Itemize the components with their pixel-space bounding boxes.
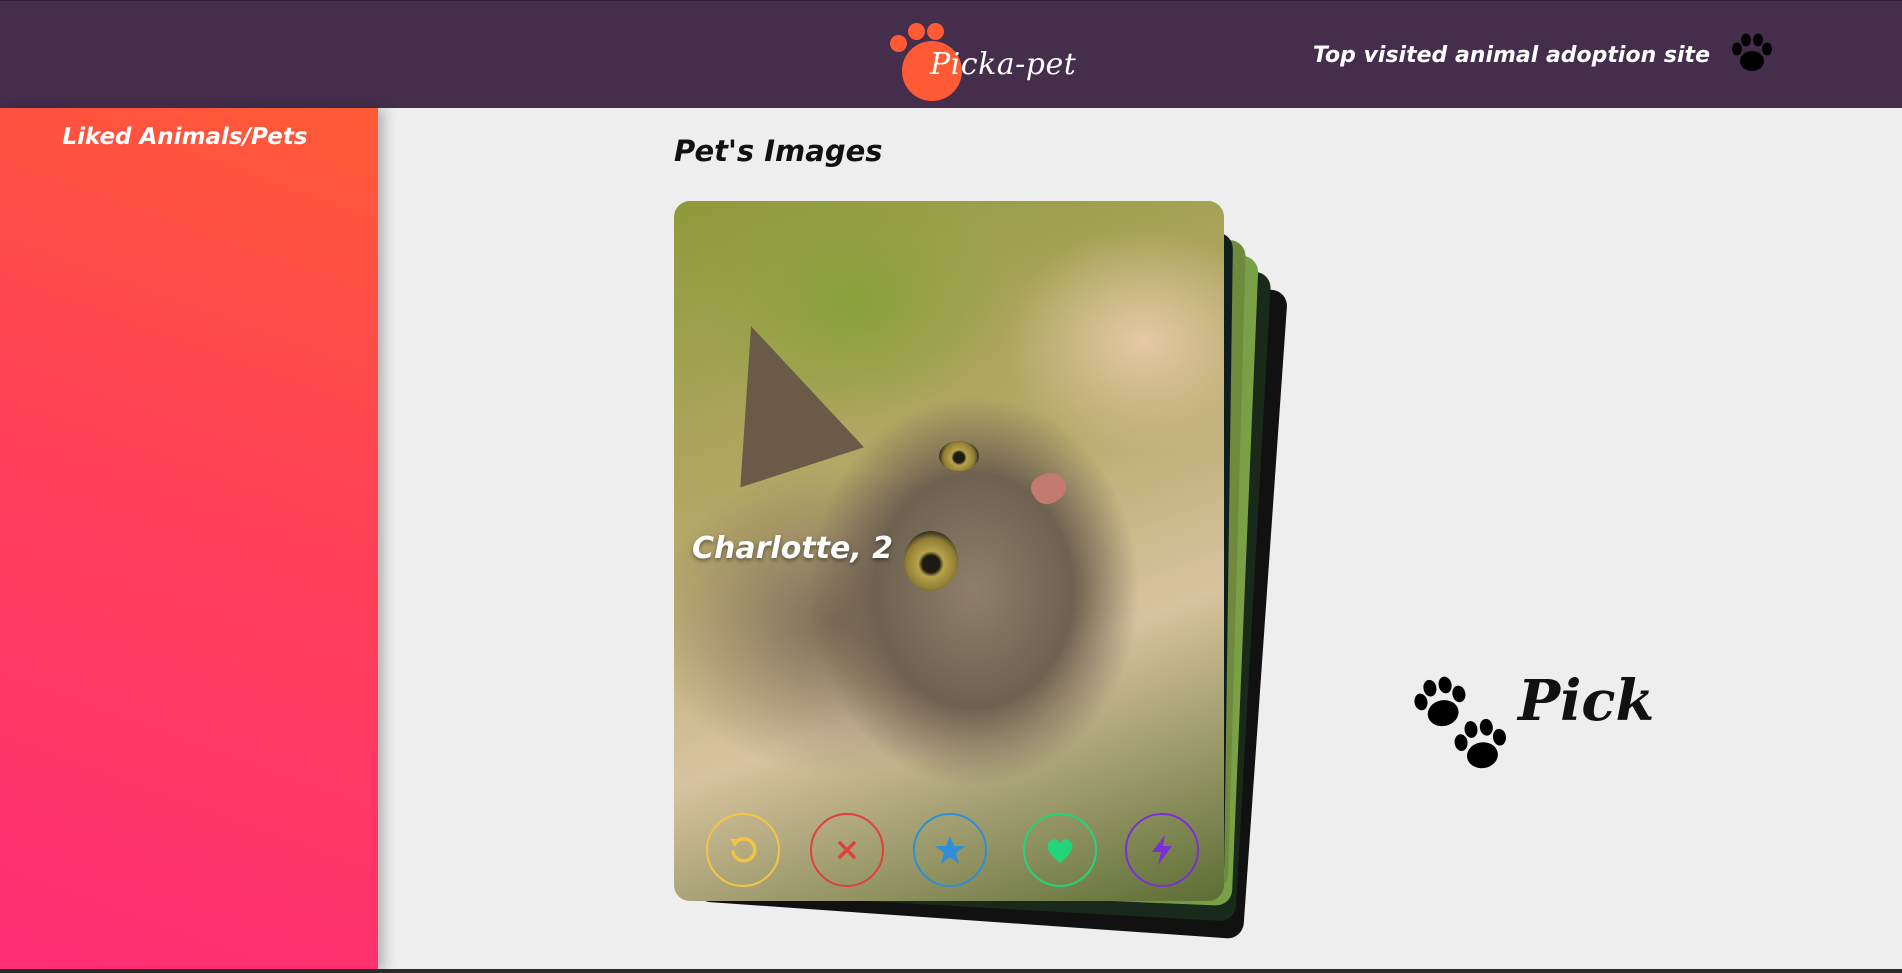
- logo-text: Picka-pet: [930, 47, 1077, 82]
- lightning-icon: [1152, 835, 1172, 865]
- pick-text: Pick: [1518, 668, 1655, 734]
- pet-name-age: Charlotte, 2: [692, 531, 894, 566]
- pick-brand: Pick: [1404, 668, 1654, 778]
- logo-toe: [908, 23, 925, 40]
- top-header: Picka-pet Top visited animal adoption si…: [0, 0, 1902, 108]
- card-actions: [674, 813, 1224, 889]
- paw-icon: [1454, 718, 1506, 769]
- logo-toe: [927, 23, 944, 40]
- star-icon: [935, 836, 965, 864]
- super-like-button[interactable]: [913, 813, 987, 887]
- bottom-border: [0, 969, 1902, 973]
- site-logo[interactable]: Picka-pet: [890, 19, 1076, 101]
- liked-pets-sidebar: Liked Animals/Pets: [0, 108, 378, 973]
- boost-button[interactable]: [1125, 813, 1199, 887]
- pet-photo-detail: [939, 441, 979, 471]
- like-button[interactable]: [1023, 813, 1097, 887]
- pet-photo-detail: [1026, 466, 1072, 510]
- undo-icon: [730, 837, 757, 863]
- heart-icon: [1047, 839, 1073, 863]
- pet-card[interactable]: Charlotte, 2: [674, 201, 1224, 901]
- pet-photo-detail: [694, 304, 864, 488]
- card-stack: Charlotte, 2: [674, 201, 1314, 940]
- logo-toe: [890, 35, 907, 52]
- pet-photo-detail: [904, 531, 958, 591]
- nope-button[interactable]: [810, 813, 884, 887]
- paw-icon: [1732, 33, 1772, 71]
- undo-button[interactable]: [706, 813, 780, 887]
- sidebar-title: Liked Animals/Pets: [62, 124, 308, 150]
- site-tagline: Top visited animal adoption site: [1312, 43, 1710, 68]
- page-title: Pet's Images: [674, 134, 883, 168]
- close-icon: [838, 841, 856, 859]
